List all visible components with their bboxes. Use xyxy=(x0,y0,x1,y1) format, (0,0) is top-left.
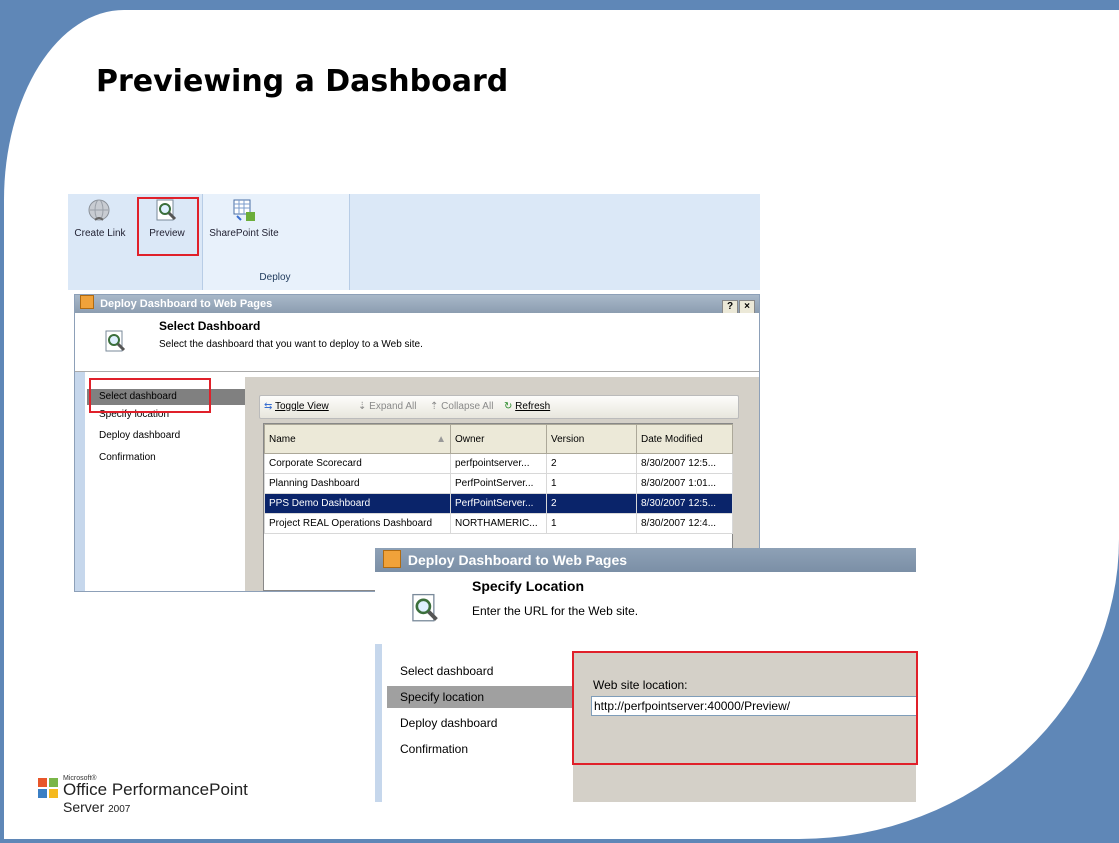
dashboard-toolbar: ⇆ Toggle View ⇣ Expand All ⇡ Collapse Al… xyxy=(259,395,739,419)
cell-date: 8/30/2007 1:01... xyxy=(636,473,733,494)
column-header-name[interactable]: Name ▲ xyxy=(264,424,451,454)
cell-name: PPS Demo Dashboard xyxy=(264,493,451,514)
sort-ascending-icon: ▲ xyxy=(436,433,446,445)
dialog1-title: Deploy Dashboard to Web Pages xyxy=(100,298,273,310)
cell-owner: NORTHAMERIC... xyxy=(450,513,547,534)
logo-square-yellow xyxy=(49,789,58,798)
logo-product-name: Office PerformancePoint xyxy=(63,780,248,799)
toggle-view-icon: ⇆ xyxy=(264,401,273,412)
web-site-location-highlight xyxy=(572,651,918,765)
globe-link-icon xyxy=(88,199,110,221)
cell-version: 2 xyxy=(546,493,637,514)
dialog1-header: Select Dashboard Select the dashboard th… xyxy=(75,313,759,372)
logo-square-green xyxy=(49,778,58,787)
wizard-preview-icon xyxy=(412,593,438,622)
cell-name: Project REAL Operations Dashboard xyxy=(264,513,451,534)
expand-all-button[interactable]: ⇣ Expand All xyxy=(358,396,416,418)
dialog2-step-nav: Select dashboard Specify location Deploy… xyxy=(375,644,580,802)
sharepoint-site-button[interactable]: SharePoint Site xyxy=(206,198,282,239)
dialog2-titlebar: Deploy Dashboard to Web Pages xyxy=(375,548,916,572)
cell-date: 8/30/2007 12:5... xyxy=(636,453,733,474)
refresh-button[interactable]: ↻ Refresh xyxy=(504,396,550,418)
table-row[interactable]: Corporate Scorecard perfpointserver... 2… xyxy=(264,453,733,474)
dialog2-title: Deploy Dashboard to Web Pages xyxy=(407,552,628,568)
column-header-version[interactable]: Version xyxy=(546,424,637,454)
sharepoint-site-label: SharePoint Site xyxy=(209,228,279,239)
nav-deploy-dashboard[interactable]: Deploy dashboard xyxy=(99,430,180,441)
collapse-all-button[interactable]: ⇡ Collapse All xyxy=(430,396,493,418)
logo-server: Server xyxy=(63,799,105,815)
slide-title: Previewing a Dashboard xyxy=(96,64,509,99)
expand-all-label: Expand All xyxy=(369,401,417,412)
ribbon-group-label: Deploy xyxy=(259,272,291,283)
cell-owner: PerfPointServer... xyxy=(450,473,547,494)
cell-owner: PerfPointServer... xyxy=(450,493,547,514)
logo-square-red xyxy=(38,778,47,787)
dashboard-table: Name ▲ Owner Version Date Modified Corpor… xyxy=(264,424,733,534)
dialog2-step-description: Enter the URL for the Web site. xyxy=(472,604,639,618)
create-link-label: Create Link xyxy=(74,228,126,239)
toggle-view-button[interactable]: ⇆ Toggle View xyxy=(264,396,329,418)
nav-confirmation[interactable]: Confirmation xyxy=(400,742,468,756)
nav-confirmation[interactable]: Confirmation xyxy=(99,452,156,463)
create-link-button[interactable]: Create Link xyxy=(70,198,130,239)
cell-name: Planning Dashboard xyxy=(264,473,451,494)
column-header-date-modified[interactable]: Date Modified xyxy=(636,424,733,454)
collapse-all-icon: ⇡ xyxy=(430,401,439,412)
cell-name: Corporate Scorecard xyxy=(264,453,451,474)
cell-date: 8/30/2007 12:4... xyxy=(636,513,733,534)
cell-owner: perfpointserver... xyxy=(450,453,547,474)
dialog1-step-title: Select Dashboard xyxy=(159,319,261,333)
dialog2-step-title: Specify Location xyxy=(472,578,585,594)
dialog2-header: Specify Location Enter the URL for the W… xyxy=(375,572,916,644)
collapse-all-label: Collapse All xyxy=(441,401,494,412)
dialog1-titlebar: Deploy Dashboard to Web Pages ? × xyxy=(75,295,759,315)
dashboard-icon xyxy=(383,550,401,568)
table-header-row: Name ▲ Owner Version Date Modified xyxy=(264,424,733,454)
preview-highlight xyxy=(137,197,199,256)
logo-square-blue xyxy=(38,789,47,798)
nav-select-dashboard[interactable]: Select dashboard xyxy=(400,664,493,678)
table-row-selected[interactable]: PPS Demo Dashboard PerfPointServer... 2 … xyxy=(264,493,733,514)
expand-all-icon: ⇣ xyxy=(358,401,367,412)
nav-deploy-dashboard[interactable]: Deploy dashboard xyxy=(400,716,497,730)
dialog1-step-description: Select the dashboard that you want to de… xyxy=(159,339,423,350)
cell-date: 8/30/2007 12:5... xyxy=(636,493,733,514)
dashboard-icon xyxy=(80,295,94,309)
cell-version: 1 xyxy=(546,473,637,494)
select-dashboard-highlight xyxy=(89,378,211,413)
wizard-preview-icon xyxy=(105,330,126,352)
nav-specify-location[interactable]: Specify location xyxy=(400,690,484,704)
column-header-owner[interactable]: Owner xyxy=(450,424,547,454)
sharepoint-site-icon xyxy=(233,199,255,221)
refresh-icon: ↻ xyxy=(504,401,513,412)
table-row[interactable]: Planning Dashboard PerfPointServer... 1 … xyxy=(264,473,733,494)
refresh-label: Refresh xyxy=(515,401,551,412)
toggle-view-label: Toggle View xyxy=(275,401,329,412)
table-row[interactable]: Project REAL Operations Dashboard NORTHA… xyxy=(264,513,733,534)
slide: Previewing a Dashboard Create Link Previ… xyxy=(0,0,1119,843)
logo-year: 2007 xyxy=(108,804,131,815)
cell-version: 2 xyxy=(546,453,637,474)
logo-server-line: Server 2007 xyxy=(63,799,130,815)
cell-version: 1 xyxy=(546,513,637,534)
